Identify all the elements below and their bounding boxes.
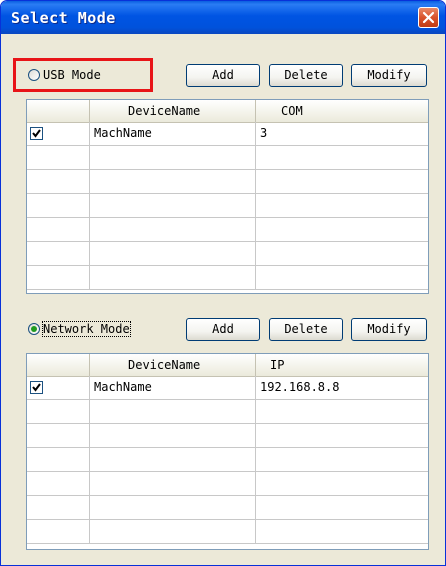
network-devicename-cell [90, 424, 256, 447]
usb-check-cell [27, 122, 90, 145]
network-mode-radio[interactable] [28, 323, 40, 335]
usb-check-cell [27, 146, 90, 169]
network-check-cell [27, 520, 90, 543]
usb-value-cell: 3 [260, 126, 268, 140]
network-value-cell [256, 472, 428, 495]
usb-value-cell [256, 146, 428, 169]
usb-modify-button[interactable]: Modify [351, 64, 427, 87]
network-check-cell [27, 448, 90, 471]
checkmark-icon [32, 129, 41, 138]
usb-devicename-cell [90, 242, 256, 265]
network-mode-label: Network Mode [42, 321, 131, 337]
network-devicename-cell: MachName [90, 376, 256, 399]
usb-check-cell [27, 218, 90, 241]
network-value-cell [256, 496, 428, 519]
network-devicename-cell [90, 520, 256, 543]
usb-table-row[interactable] [27, 194, 428, 218]
usb-check-cell [27, 194, 90, 217]
select-mode-dialog: Select Mode USB Mode Add Delete Modify D… [0, 0, 446, 566]
usb-devicename-cell [90, 218, 256, 241]
usb-check-cell [27, 170, 90, 193]
title-bar[interactable]: Select Mode [1, 1, 445, 34]
usb-devicename-cell [90, 194, 256, 217]
network-value-cell [256, 448, 428, 471]
network-table-row[interactable] [27, 400, 428, 424]
usb-com-header[interactable]: COM [256, 100, 428, 122]
usb-devicename-cell [90, 266, 256, 289]
network-check-cell [27, 376, 90, 399]
network-table-row[interactable]: MachName 192.168.8.8 [27, 376, 428, 400]
network-devicename-cell [90, 472, 256, 495]
network-delete-button[interactable]: Delete [269, 318, 343, 341]
usb-table-row[interactable] [27, 266, 428, 290]
usb-devicename-cell: MachName [90, 122, 256, 145]
network-table-row[interactable] [27, 448, 428, 472]
network-check-cell [27, 400, 90, 423]
network-modify-button[interactable]: Modify [351, 318, 427, 341]
usb-value-cell [256, 266, 428, 289]
network-device-table[interactable]: DeviceName IP MachName 192.168.8.8 [26, 353, 429, 550]
network-value-cell [256, 400, 428, 423]
usb-table-row[interactable] [27, 218, 428, 242]
usb-mode-radio[interactable] [28, 69, 40, 81]
network-mode-option[interactable]: Network Mode [28, 321, 131, 337]
network-check-cell [27, 472, 90, 495]
usb-mode-option[interactable]: USB Mode [28, 68, 101, 82]
network-table-row[interactable] [27, 520, 428, 544]
usb-devicename-cell [90, 170, 256, 193]
usb-check-column-header[interactable] [27, 100, 90, 122]
network-ip-header[interactable]: IP [256, 354, 428, 376]
usb-row-checkbox[interactable] [30, 127, 43, 140]
usb-table-row[interactable] [27, 242, 428, 266]
network-devicename-cell [90, 496, 256, 519]
usb-delete-button[interactable]: Delete [269, 64, 343, 87]
network-table-row[interactable] [27, 496, 428, 520]
usb-table-header: DeviceName COM [27, 100, 428, 123]
network-value-cell [256, 520, 428, 543]
close-button[interactable] [418, 7, 439, 28]
usb-device-table[interactable]: DeviceName COM MachName 3 [26, 99, 429, 294]
usb-value-cell [256, 170, 428, 193]
usb-value-cell [256, 194, 428, 217]
usb-table-row[interactable]: MachName 3 [27, 122, 428, 146]
network-row-checkbox[interactable] [30, 381, 43, 394]
network-devicename-cell [90, 448, 256, 471]
network-check-cell [27, 424, 90, 447]
usb-value-cell [256, 218, 428, 241]
usb-check-cell [27, 242, 90, 265]
network-add-button[interactable]: Add [186, 318, 260, 341]
close-icon [422, 11, 435, 24]
usb-devicename-cell [90, 146, 256, 169]
usb-value-cell [256, 242, 428, 265]
usb-check-cell [27, 266, 90, 289]
usb-mode-label: USB Mode [43, 68, 101, 82]
usb-table-row[interactable] [27, 170, 428, 194]
network-table-row[interactable] [27, 472, 428, 496]
network-table-row[interactable] [27, 424, 428, 448]
network-check-column-header[interactable] [27, 354, 90, 376]
network-table-header: DeviceName IP [27, 354, 428, 377]
network-value-cell [256, 424, 428, 447]
window-title: Select Mode [11, 9, 116, 27]
usb-add-button[interactable]: Add [186, 64, 260, 87]
network-value-cell: 192.168.8.8 [260, 380, 340, 394]
checkmark-icon [32, 383, 41, 392]
network-devicename-cell [90, 400, 256, 423]
usb-table-row[interactable] [27, 146, 428, 170]
usb-devicename-header[interactable]: DeviceName [90, 100, 256, 122]
network-devicename-header[interactable]: DeviceName [90, 354, 256, 376]
network-check-cell [27, 496, 90, 519]
